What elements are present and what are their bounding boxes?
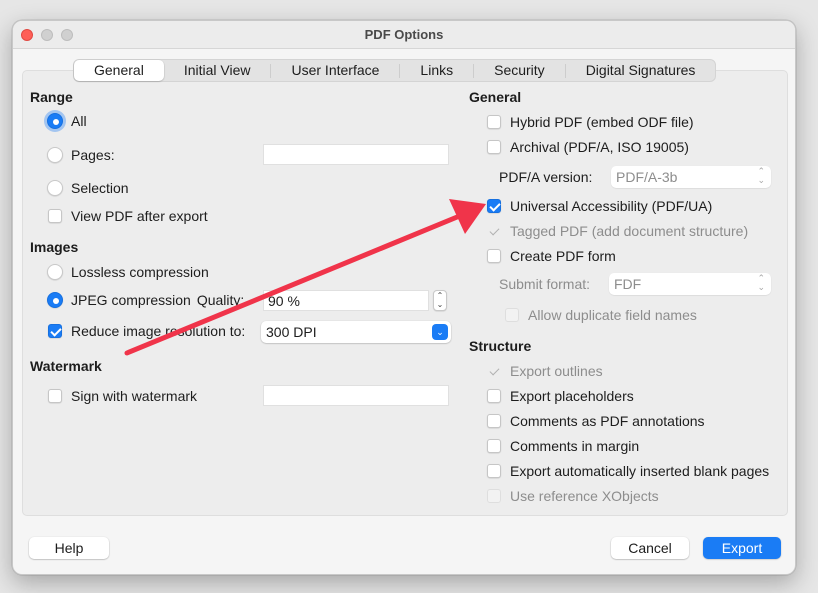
updown-chevron-icon: ⌃ ⌄ — [757, 166, 765, 185]
window-title: PDF Options — [364, 27, 444, 42]
comments-pdf-checkbox[interactable] — [487, 414, 501, 428]
jpeg-radio[interactable] — [47, 292, 63, 308]
reduce-resolution-option[interactable]: Reduce image resolution to: — [48, 321, 245, 341]
archival-option[interactable]: Archival (PDF/A, ISO 19005) — [487, 137, 689, 157]
export-placeholders-checkbox[interactable] — [487, 389, 501, 403]
export-placeholders-option[interactable]: Export placeholders — [487, 386, 634, 406]
tab-digital-signatures[interactable]: Digital Signatures — [566, 60, 716, 81]
hybrid-pdf-label: Hybrid PDF (embed ODF file) — [510, 114, 694, 130]
view-after-export-checkbox[interactable] — [48, 209, 62, 223]
resolution-select[interactable]: 300 DPI ⌄ — [261, 321, 451, 343]
lossless-radio[interactable] — [47, 264, 63, 280]
quality-input[interactable]: 90 % — [263, 290, 429, 311]
export-outlines-checkbox[interactable] — [487, 364, 501, 378]
reduce-resolution-checkbox[interactable] — [48, 324, 62, 338]
comments-margin-label: Comments in margin — [510, 438, 640, 454]
create-form-checkbox[interactable] — [487, 249, 501, 263]
range-selection-label: Selection — [71, 180, 129, 196]
watermark-text-input[interactable] — [263, 385, 449, 406]
pdfa-version-select[interactable]: PDF/A-3b ⌃ ⌄ — [611, 166, 771, 188]
range-pages-radio[interactable] — [47, 147, 63, 163]
view-after-export-label: View PDF after export — [71, 208, 208, 224]
hybrid-pdf-checkbox[interactable] — [487, 115, 501, 129]
submit-format-select[interactable]: FDF ⌃ ⌄ — [609, 273, 771, 295]
reference-xobjects-label: Use reference XObjects — [510, 488, 659, 504]
export-button[interactable]: Export — [703, 537, 781, 559]
spin-up-icon[interactable]: ⌃ — [434, 291, 446, 300]
pdf-options-dialog: PDF Options General Initial View User In… — [12, 20, 796, 575]
tagged-pdf-option[interactable]: Tagged PDF (add document structure) — [487, 221, 748, 241]
comments-margin-checkbox[interactable] — [487, 439, 501, 453]
submit-format-label: Submit format: — [499, 276, 591, 292]
reference-xobjects-checkbox[interactable] — [487, 489, 501, 503]
pdfa-version-value: PDF/A-3b — [616, 169, 678, 185]
blank-pages-option[interactable]: Export automatically inserted blank page… — [487, 461, 769, 481]
lossless-option[interactable]: Lossless compression — [47, 262, 209, 282]
help-button[interactable]: Help — [29, 537, 109, 559]
allow-duplicate-checkbox[interactable] — [505, 308, 519, 322]
archival-label: Archival (PDF/A, ISO 19005) — [510, 139, 689, 155]
comments-pdf-option[interactable]: Comments as PDF annotations — [487, 411, 705, 431]
updown-chevron-icon: ⌃ ⌄ — [757, 273, 765, 292]
tab-user-interface[interactable]: User Interface — [271, 60, 399, 81]
tagged-pdf-checkbox[interactable] — [487, 224, 501, 238]
cancel-button[interactable]: Cancel — [611, 537, 689, 559]
submit-format-row: Submit format: — [499, 274, 590, 294]
comments-pdf-label: Comments as PDF annotations — [510, 413, 705, 429]
pdfa-version-row: PDF/A version: — [499, 167, 592, 187]
tab-links[interactable]: Links — [400, 60, 473, 81]
range-section-title: Range — [30, 89, 73, 105]
allow-duplicate-label: Allow duplicate field names — [528, 307, 697, 323]
general-section-title: General — [469, 89, 522, 105]
watermark-section-title: Watermark — [30, 358, 102, 374]
title-bar: PDF Options — [13, 21, 795, 49]
pdfa-version-label: PDF/A version: — [499, 169, 593, 185]
archival-checkbox[interactable] — [487, 140, 501, 154]
structure-section-title: Structure — [469, 338, 532, 354]
universal-accessibility-option[interactable]: Universal Accessibility (PDF/UA) — [487, 196, 712, 216]
comments-margin-option[interactable]: Comments in margin — [487, 436, 639, 456]
images-section-title: Images — [30, 239, 79, 255]
jpeg-option[interactable]: JPEG compression Quality: — [47, 290, 244, 310]
universal-accessibility-checkbox[interactable] — [487, 199, 501, 213]
range-pages-label: Pages: — [71, 147, 115, 163]
sign-watermark-option[interactable]: Sign with watermark — [48, 386, 197, 406]
export-placeholders-label: Export placeholders — [510, 388, 634, 404]
sign-watermark-checkbox[interactable] — [48, 389, 62, 403]
spin-down-icon[interactable]: ⌄ — [434, 300, 446, 309]
submit-format-value: FDF — [614, 276, 642, 292]
sign-watermark-label: Sign with watermark — [71, 388, 198, 404]
allow-duplicate-option[interactable]: Allow duplicate field names — [505, 305, 697, 325]
create-form-label: Create PDF form — [510, 248, 616, 264]
tab-general[interactable]: General — [74, 60, 164, 81]
quality-label: Quality: — [196, 292, 245, 308]
export-outlines-option[interactable]: Export outlines — [487, 361, 603, 381]
range-selection-radio[interactable] — [47, 180, 63, 196]
tagged-pdf-label: Tagged PDF (add document structure) — [510, 223, 749, 239]
quality-spinner[interactable]: ⌃ ⌄ — [433, 290, 447, 311]
range-pages-option[interactable]: Pages: — [47, 145, 115, 165]
range-all-option[interactable]: All — [47, 111, 87, 131]
reference-xobjects-option[interactable]: Use reference XObjects — [487, 486, 659, 506]
hybrid-pdf-option[interactable]: Hybrid PDF (embed ODF file) — [487, 112, 694, 132]
range-all-label: All — [71, 113, 87, 129]
tab-security[interactable]: Security — [474, 60, 565, 81]
jpeg-label: JPEG compression — [71, 292, 191, 308]
export-outlines-label: Export outlines — [510, 363, 603, 379]
lossless-label: Lossless compression — [71, 264, 209, 280]
universal-accessibility-label: Universal Accessibility (PDF/UA) — [510, 198, 713, 214]
range-selection-option[interactable]: Selection — [47, 178, 129, 198]
pages-input[interactable] — [263, 144, 449, 165]
view-after-export-option[interactable]: View PDF after export — [48, 206, 208, 226]
blank-pages-label: Export automatically inserted blank page… — [510, 463, 770, 479]
create-form-option[interactable]: Create PDF form — [487, 246, 616, 266]
reduce-resolution-label: Reduce image resolution to: — [71, 323, 246, 339]
range-all-radio[interactable] — [47, 113, 63, 129]
blank-pages-checkbox[interactable] — [487, 464, 501, 478]
resolution-value: 300 DPI — [266, 324, 317, 340]
tab-bar: General Initial View User Interface Link… — [73, 59, 717, 82]
tab-initial-view[interactable]: Initial View — [164, 60, 271, 81]
chevron-down-icon[interactable]: ⌄ — [432, 324, 448, 340]
